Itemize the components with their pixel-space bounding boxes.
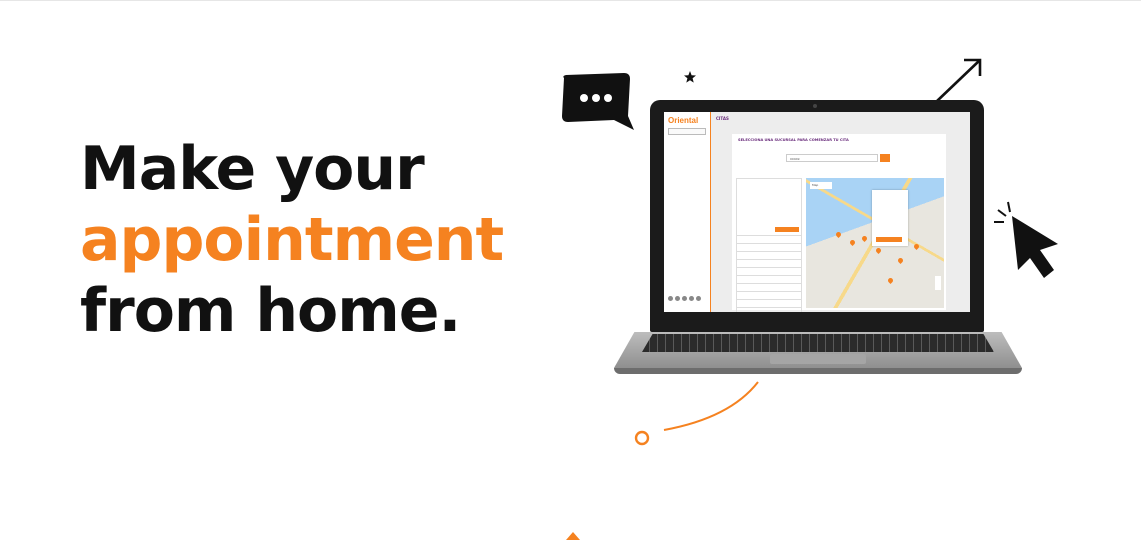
sidebar-search <box>668 128 706 135</box>
sidebar-menu-item <box>667 164 707 172</box>
social-icons <box>668 296 701 301</box>
sidebar-menu-item <box>667 196 707 204</box>
social-icon <box>668 296 673 301</box>
branch-item <box>736 308 802 312</box>
sidebar-menu-item <box>667 172 707 180</box>
branch-item <box>736 236 802 244</box>
social-icon <box>675 296 680 301</box>
laptop-screen: Oriental CITAS SELECCIONA UNA SUCURSAL P… <box>664 112 970 312</box>
sidebar-menu-item <box>667 212 707 220</box>
star-icon <box>684 71 696 83</box>
sidebar-menu-item <box>667 140 707 148</box>
social-icon <box>689 296 694 301</box>
branch-selector-card: SELECCIONA UNA SUCURSAL PARA COMENZAR TU… <box>732 134 946 312</box>
laptop-trackpad <box>770 354 866 364</box>
map-info-popup <box>872 190 908 246</box>
branch-item <box>736 300 802 308</box>
map-pin-icon <box>848 238 857 247</box>
map-pin-icon <box>896 256 905 265</box>
hero-headline: Make your appointment from home. <box>80 134 504 347</box>
laptop-base-edge <box>614 368 1022 374</box>
select-branch-button <box>775 227 799 232</box>
sidebar-menu-item <box>667 204 707 212</box>
branch-list <box>736 178 802 312</box>
sidebar-menu-item <box>667 188 707 196</box>
sidebar-menu-item <box>667 180 707 188</box>
popup-select-button <box>876 237 902 242</box>
map-zoom-control <box>935 276 941 290</box>
arrow-up-right-icon <box>935 58 982 103</box>
map-pin-icon <box>874 246 883 255</box>
headline-line-3: from home. <box>80 276 461 346</box>
laptop-lid: Oriental CITAS SELECCIONA UNA SUCURSAL P… <box>650 100 984 332</box>
card-title: SELECCIONA UNA SUCURSAL PARA COMENZAR TU… <box>738 138 849 142</box>
laptop-keyboard <box>642 334 994 352</box>
headline-line-2: appointment <box>80 205 504 275</box>
social-icon <box>696 296 701 301</box>
map-pin-icon <box>834 230 843 239</box>
map-pin-icon <box>860 234 869 243</box>
oriental-logo: Oriental <box>668 116 699 125</box>
sidebar-menu <box>667 140 707 228</box>
map-pin-icon <box>912 242 921 251</box>
branch-item-expanded <box>736 178 802 236</box>
orange-curve-decoration <box>634 381 759 446</box>
headline-line-1: Make your <box>80 134 425 204</box>
sidebar-menu-item <box>667 220 707 228</box>
map-type-select: Map <box>810 182 832 189</box>
sidebar-menu-item <box>667 156 707 164</box>
branch-item <box>736 260 802 268</box>
top-divider <box>0 0 1141 1</box>
search-button <box>880 154 890 162</box>
branch-item <box>736 276 802 284</box>
laptop-mockup: Oriental CITAS SELECCIONA UNA SUCURSAL P… <box>614 100 1022 378</box>
branch-item <box>736 268 802 276</box>
branch-item <box>736 292 802 300</box>
social-icon <box>682 296 687 301</box>
screen-page-header: CITAS <box>716 116 729 121</box>
branch-item <box>736 244 802 252</box>
camera-dot <box>813 104 817 108</box>
sidebar-menu-item <box>667 148 707 156</box>
map-pin-icon <box>886 276 895 285</box>
zip-search-input: 00949 <box>786 154 878 162</box>
screen-sidebar: Oriental <box>664 112 711 312</box>
branch-map: Map <box>806 178 944 308</box>
branch-item <box>736 284 802 292</box>
branch-item <box>736 252 802 260</box>
